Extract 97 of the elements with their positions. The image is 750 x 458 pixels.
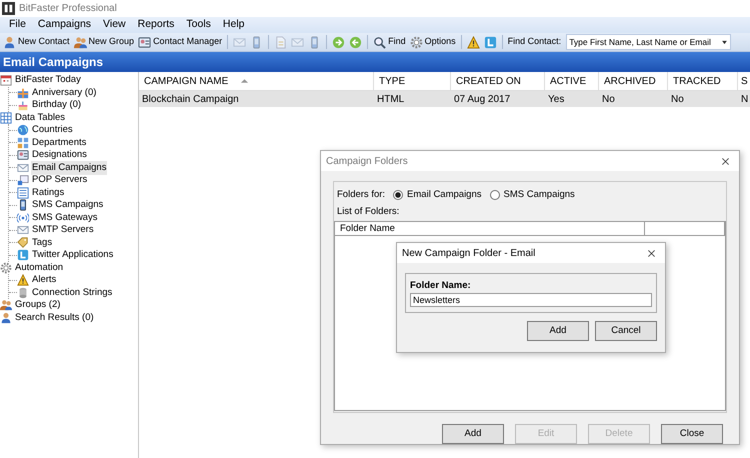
tile-icon[interactable]	[484, 36, 497, 48]
tree-item[interactable]: Data Tables	[14, 110, 66, 125]
column-header[interactable]: Folder Name	[335, 222, 645, 236]
table-cell-text: Blockchain Campaign	[141, 92, 240, 106]
tree-item[interactable]: Birthday (0)	[31, 98, 82, 112]
arrow-icon[interactable]	[332, 36, 346, 48]
list-icon	[17, 186, 29, 199]
column-header[interactable]: ACTIVE	[545, 72, 599, 90]
table-cell-text: HTML	[376, 92, 406, 106]
tree-item[interactable]: Tags	[31, 236, 54, 250]
radio-option[interactable]: Email Campaigns	[393, 188, 482, 202]
tree-item[interactable]: Ratings	[31, 186, 66, 200]
warning-icon[interactable]	[466, 36, 480, 48]
person-icon	[0, 312, 12, 324]
envelope-icon	[17, 224, 29, 236]
tree-item[interactable]: Email Campaigns	[31, 160, 108, 175]
globe-icon	[17, 124, 29, 136]
radio-dot[interactable]	[393, 190, 404, 200]
field-label: Folders for:	[337, 188, 386, 202]
table-icon	[0, 112, 12, 124]
contact-card-icon	[17, 149, 29, 162]
menu-item[interactable]: File	[3, 17, 32, 33]
table-row[interactable]: Blockchain Campaign HTML 07 Aug 2017 Yes No No N	[139, 91, 750, 107]
contact-card-icon	[138, 36, 152, 48]
calendar-icon	[0, 74, 12, 86]
phone-icon	[17, 199, 29, 212]
tree-item[interactable]: Automation	[14, 260, 64, 275]
window-title: BitFaster Professional	[19, 2, 117, 16]
tree-item[interactable]: POP Servers	[31, 173, 88, 188]
tree-item[interactable]: Designations	[31, 148, 88, 162]
person-icon	[3, 36, 16, 48]
people-icon	[74, 36, 87, 48]
menu-item[interactable]: Reports	[132, 17, 180, 33]
cake-icon	[17, 99, 29, 112]
tag-icon	[17, 236, 29, 249]
database-icon	[17, 286, 29, 299]
field-label: Folder Name:	[410, 279, 472, 293]
app-logo-icon	[2, 2, 15, 15]
people-icon	[0, 299, 12, 312]
table-cell-text: N	[740, 92, 750, 106]
table-cell-text: Yes	[547, 92, 566, 106]
table-cell-text: 07 Aug 2017	[453, 92, 512, 106]
tree-item[interactable]: Alerts	[31, 273, 58, 288]
search-icon	[373, 36, 386, 48]
column-header[interactable]: TYPE	[374, 72, 451, 90]
find-contact-label: Find Contact:	[508, 35, 562, 48]
find-contact-field[interactable]: Type First Name, Last Name or Email	[566, 34, 732, 50]
section-header: Email Campaigns	[0, 52, 750, 72]
tree-item[interactable]: Groups (2)	[14, 298, 62, 312]
folder-name-field[interactable]: Newsletters	[410, 293, 652, 308]
radio-dot[interactable]	[490, 190, 500, 200]
menu-item[interactable]: View	[97, 17, 132, 33]
dialog-title: New Campaign Folder - Email	[402, 246, 536, 260]
close-button[interactable]	[720, 156, 731, 166]
dialog-title: Campaign Folders	[326, 154, 408, 168]
tile-icon	[17, 249, 29, 262]
column-header[interactable]: CREATED ON	[451, 72, 545, 90]
tree-item[interactable]: Connection Strings	[31, 286, 114, 300]
dialog-button[interactable]: Close	[661, 424, 723, 444]
tree-item[interactable]: Departments	[31, 136, 88, 150]
radio-option[interactable]: SMS Campaigns	[490, 188, 575, 202]
toolbar-button[interactable]: Contact Manager	[137, 35, 224, 49]
tree-item[interactable]: Anniversary (0)	[31, 86, 98, 100]
tree-item[interactable]: SMTP Servers	[31, 223, 95, 238]
toolbar-button[interactable]: Find	[372, 35, 407, 49]
column-header[interactable]: CAMPAIGN NAME	[139, 72, 374, 90]
close-button[interactable]	[646, 248, 657, 258]
dialog-button[interactable]: Add	[527, 321, 589, 342]
menu-item[interactable]: Help	[216, 17, 251, 33]
warning-icon	[17, 274, 29, 286]
toolbar-button[interactable]: Options	[408, 35, 457, 49]
envelope-icon	[17, 162, 29, 174]
tree-item[interactable]: SMS Gateways	[31, 210, 98, 225]
server-icon	[17, 174, 29, 186]
menu-item[interactable]: Tools	[180, 17, 217, 33]
signal-icon	[17, 212, 29, 224]
grid-icon	[17, 136, 29, 149]
dialog-button[interactable]: Add	[442, 424, 504, 444]
column-header[interactable]: S	[738, 72, 750, 90]
tree-item[interactable]: Twitter Applications	[31, 248, 114, 262]
table-cell-text: No	[601, 92, 616, 106]
menu-item[interactable]: Campaigns	[32, 17, 98, 33]
column-header[interactable]: ARCHIVED	[599, 72, 668, 90]
tree-item[interactable]: Countries	[31, 123, 74, 138]
toolbar-button[interactable]: New Group	[72, 35, 136, 49]
list-label: List of Folders:	[336, 205, 400, 220]
tree-item[interactable]: Search Results (0)	[14, 310, 95, 325]
gear-icon	[0, 262, 12, 274]
column-header[interactable]: TRACKED	[668, 72, 738, 90]
gift-icon	[17, 86, 29, 99]
gear-icon	[410, 36, 423, 48]
tree-item[interactable]: BitFaster Today	[14, 73, 82, 88]
dialog-button[interactable]: Cancel	[595, 321, 657, 342]
tree-item[interactable]: SMS Campaigns	[31, 198, 104, 212]
toolbar-button[interactable]: New Contact	[2, 35, 71, 49]
table-cell-text: No	[670, 92, 685, 106]
arrow-icon[interactable]	[349, 36, 362, 48]
